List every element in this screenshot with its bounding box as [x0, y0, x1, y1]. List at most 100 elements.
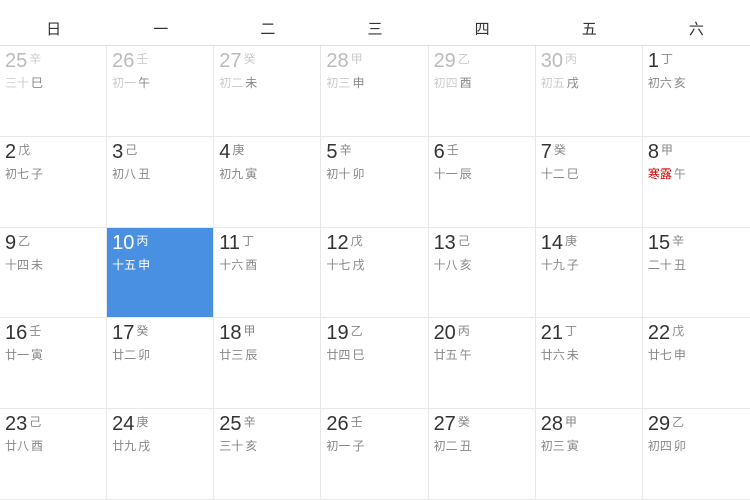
day-lunar-date: 初七	[5, 165, 29, 182]
day-lunar-date: 初八	[112, 165, 136, 182]
day-cell[interactable]: 29乙初四酉	[429, 46, 536, 137]
day-number: 9	[5, 232, 16, 254]
day-earthly-branch: 午	[674, 165, 686, 182]
day-lunar-date: 初二	[434, 437, 458, 454]
day-cell[interactable]: 22戊廿七申	[643, 318, 750, 409]
day-cell[interactable]: 9乙十四未	[0, 228, 107, 319]
day-cell[interactable]: 25辛三十亥	[214, 409, 321, 500]
day-heavenly-stem: 乙	[18, 232, 30, 249]
day-heavenly-stem: 丙	[136, 232, 148, 249]
day-cell[interactable]: 15辛二十丑	[643, 228, 750, 319]
day-heavenly-stem: 庚	[232, 141, 244, 158]
day-number: 17	[112, 322, 134, 344]
day-lunar-date: 初四	[648, 437, 672, 454]
day-heavenly-stem: 戊	[18, 141, 30, 158]
day-earthly-branch: 寅	[567, 437, 579, 454]
day-heavenly-stem: 壬	[29, 322, 41, 339]
day-earthly-branch: 子	[567, 256, 579, 273]
day-heavenly-stem: 丁	[565, 322, 577, 339]
day-cell[interactable]: 10丙十五申	[107, 228, 214, 319]
day-number: 29	[434, 50, 456, 72]
weekday-label: 三	[321, 12, 428, 45]
day-earthly-branch: 酉	[460, 74, 472, 91]
day-number: 26	[326, 413, 348, 435]
day-cell[interactable]: 3己初八丑	[107, 137, 214, 228]
weekday-label: 六	[643, 12, 750, 45]
day-number: 30	[541, 50, 563, 72]
day-cell[interactable]: 5辛初十卯	[321, 137, 428, 228]
day-heavenly-stem: 庚	[136, 413, 148, 430]
day-number: 28	[541, 413, 563, 435]
day-cell[interactable]: 4庚初九寅	[214, 137, 321, 228]
day-lunar-date: 十六	[219, 256, 243, 273]
day-heavenly-stem: 癸	[244, 50, 256, 67]
day-heavenly-stem: 甲	[244, 322, 256, 339]
day-earthly-branch: 申	[674, 346, 686, 363]
day-earthly-branch: 寅	[245, 165, 257, 182]
day-cell[interactable]: 17癸廿二卯	[107, 318, 214, 409]
top-bar	[0, 0, 750, 12]
day-earthly-branch: 申	[138, 256, 150, 273]
day-cell[interactable]: 26壬初一午	[107, 46, 214, 137]
day-heavenly-stem: 戊	[672, 322, 684, 339]
day-lunar-date: 十七	[326, 256, 350, 273]
day-cell[interactable]: 14庚十九子	[536, 228, 643, 319]
day-number: 5	[326, 141, 337, 163]
day-cell[interactable]: 7癸十二巳	[536, 137, 643, 228]
day-cell[interactable]: 2戊初七子	[0, 137, 107, 228]
day-heavenly-stem: 戊	[351, 232, 363, 249]
day-cell[interactable]: 27癸初二未	[214, 46, 321, 137]
day-cell[interactable]: 13己十八亥	[429, 228, 536, 319]
day-number: 11	[219, 232, 240, 254]
day-cell[interactable]: 19乙廿四巳	[321, 318, 428, 409]
day-cell[interactable]: 28甲初三寅	[536, 409, 643, 500]
day-heavenly-stem: 辛	[29, 50, 41, 67]
day-earthly-branch: 戌	[567, 74, 579, 91]
day-earthly-branch: 丑	[674, 256, 686, 273]
day-cell[interactable]: 29乙初四卯	[643, 409, 750, 500]
day-lunar-date: 十九	[541, 256, 565, 273]
day-number: 12	[326, 232, 348, 254]
day-number: 10	[112, 232, 134, 254]
day-lunar-date: 二十	[648, 256, 672, 273]
day-number: 21	[541, 322, 563, 344]
day-lunar-date: 初三	[326, 74, 350, 91]
day-lunar-date: 初三	[541, 437, 565, 454]
day-cell[interactable]: 25辛三十巳	[0, 46, 107, 137]
day-cell[interactable]: 24庚廿九戌	[107, 409, 214, 500]
day-heavenly-stem: 癸	[458, 413, 470, 430]
day-cell[interactable]: 20丙廿五午	[429, 318, 536, 409]
day-cell[interactable]: 28甲初三申	[321, 46, 428, 137]
weekday-header: 日一二三四五六	[0, 12, 750, 46]
day-earthly-branch: 子	[352, 437, 364, 454]
day-earthly-branch: 巳	[567, 165, 579, 182]
day-lunar-date: 寒露	[648, 165, 672, 182]
calendar-container: 日一二三四五六 25辛三十巳26壬初一午27癸初二未28甲初三申29乙初四酉30…	[0, 0, 750, 500]
day-lunar-date: 廿七	[648, 346, 672, 363]
day-heavenly-stem: 乙	[351, 322, 363, 339]
day-cell[interactable]: 30丙初五戌	[536, 46, 643, 137]
day-earthly-branch: 酉	[31, 437, 43, 454]
day-lunar-date: 廿八	[5, 437, 29, 454]
day-cell[interactable]: 6壬十一辰	[429, 137, 536, 228]
day-number: 29	[648, 413, 670, 435]
day-cell[interactable]: 8甲寒露午	[643, 137, 750, 228]
day-cell[interactable]: 18甲廿三辰	[214, 318, 321, 409]
day-cell[interactable]: 1丁初六亥	[643, 46, 750, 137]
day-cell[interactable]: 27癸初二丑	[429, 409, 536, 500]
day-number: 3	[112, 141, 123, 163]
weekday-label: 四	[429, 12, 536, 45]
day-heavenly-stem: 乙	[672, 413, 684, 430]
day-earthly-branch: 丑	[460, 437, 472, 454]
day-cell[interactable]: 12戊十七戌	[321, 228, 428, 319]
day-earthly-branch: 未	[567, 346, 579, 363]
day-cell[interactable]: 21丁廿六未	[536, 318, 643, 409]
day-earthly-branch: 未	[245, 74, 257, 91]
day-cell[interactable]: 23己廿八酉	[0, 409, 107, 500]
day-cell[interactable]: 11丁十六酉	[214, 228, 321, 319]
day-cell[interactable]: 26壬初一子	[321, 409, 428, 500]
day-earthly-branch: 辰	[245, 346, 257, 363]
day-heavenly-stem: 壬	[447, 141, 459, 158]
day-number: 25	[219, 413, 241, 435]
day-cell[interactable]: 16壬廿一寅	[0, 318, 107, 409]
